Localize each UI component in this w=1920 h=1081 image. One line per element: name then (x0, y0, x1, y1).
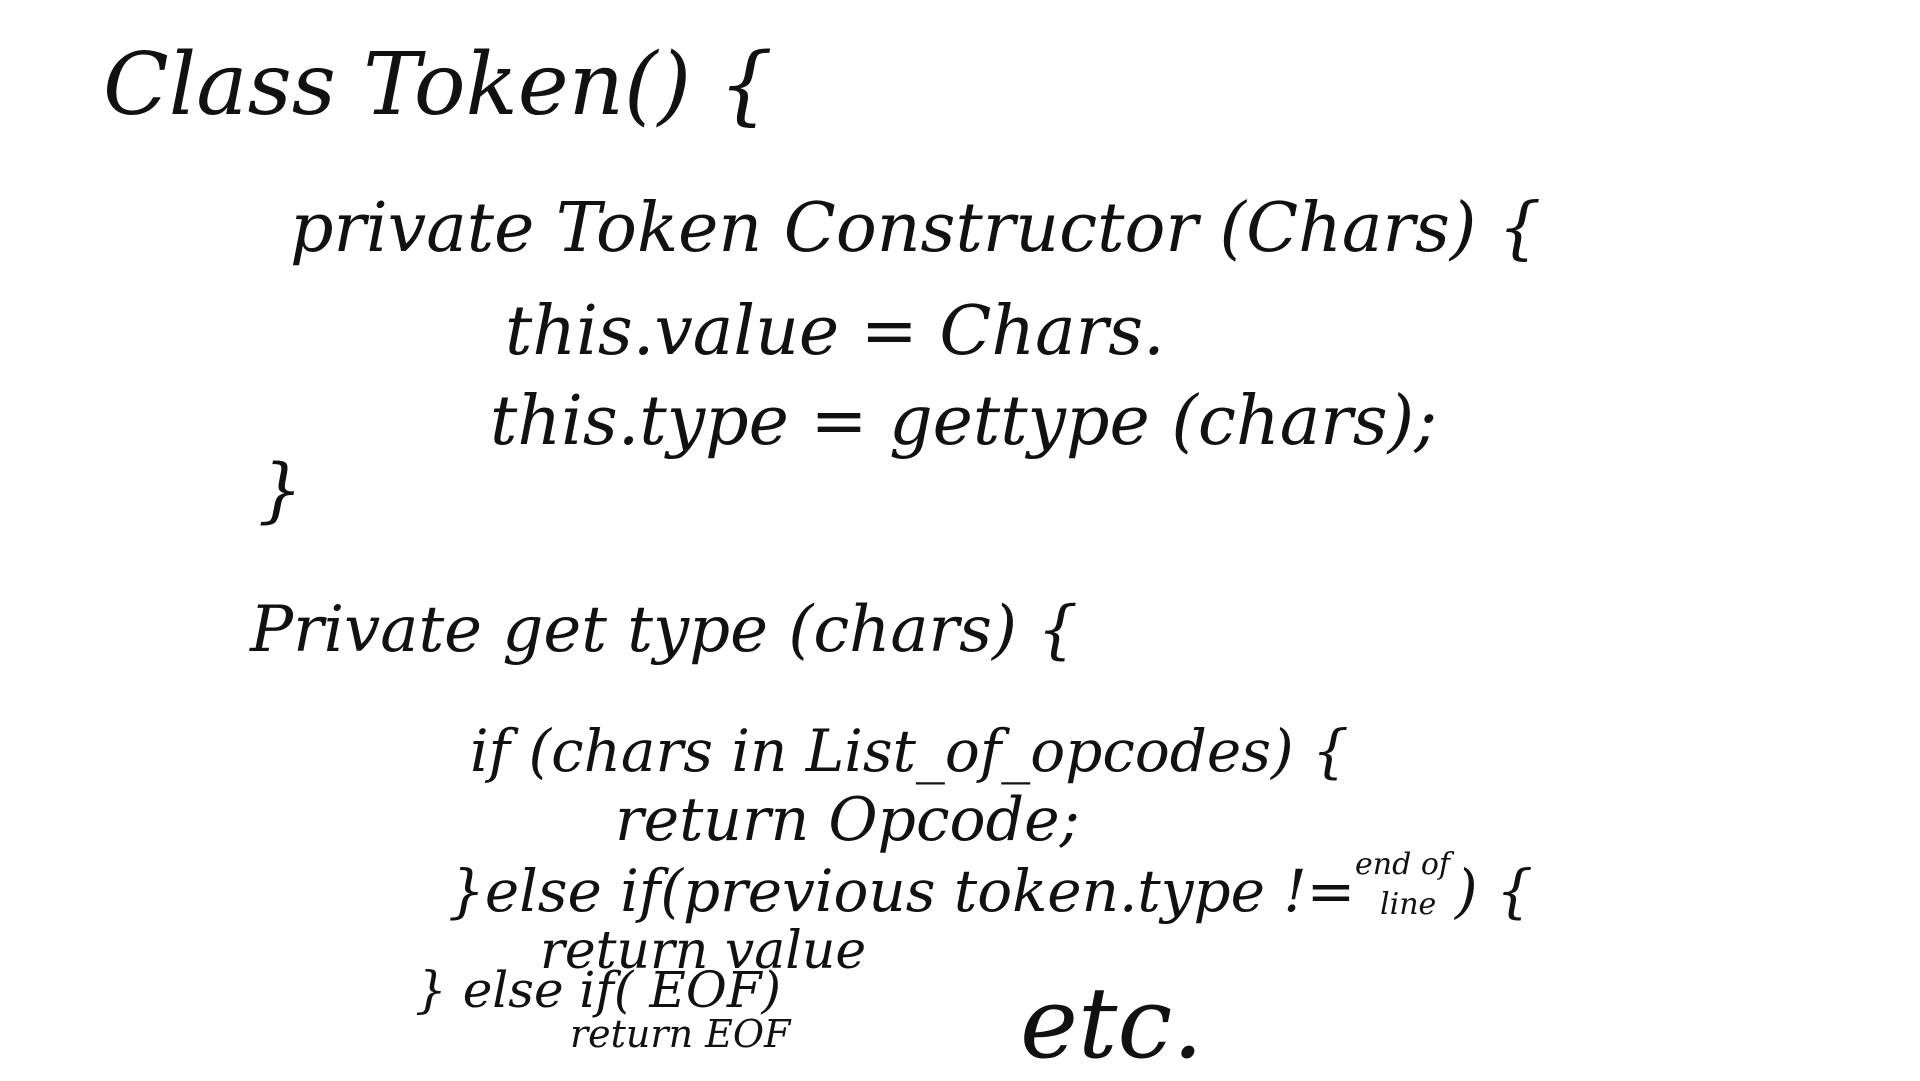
return-opcode-line: return Opcode; (615, 785, 1080, 855)
assign-type-line: this.type = gettype (chars); (490, 382, 1438, 461)
if-opcode-line: if (chars in List_of_opcodes) { (470, 717, 1349, 785)
line-annotation: line (1380, 887, 1437, 922)
else-if-previous-token-line: }else if(previous token.type != (448, 857, 1356, 925)
handwritten-note: Class Token() { private Token Constructo… (0, 0, 1920, 1080)
class-declaration-line: Class Token() { (103, 35, 774, 135)
end-of-annotation: end of (1355, 847, 1450, 882)
else-if-eof-line: } else if( EOF) (415, 961, 782, 1019)
constructor-declaration-line: private Token Constructor (Chars) { (290, 189, 1542, 268)
etc-note: etc. (1020, 967, 1204, 1081)
else-if-closing-paren-brace: ) { (1455, 857, 1533, 925)
constructor-closing-brace: } (258, 449, 303, 531)
assign-value-line: this.value = Chars. (505, 292, 1165, 371)
gettype-declaration-line: Private get type (chars) { (250, 593, 1078, 667)
return-eof-line: return EOF (570, 1012, 791, 1056)
